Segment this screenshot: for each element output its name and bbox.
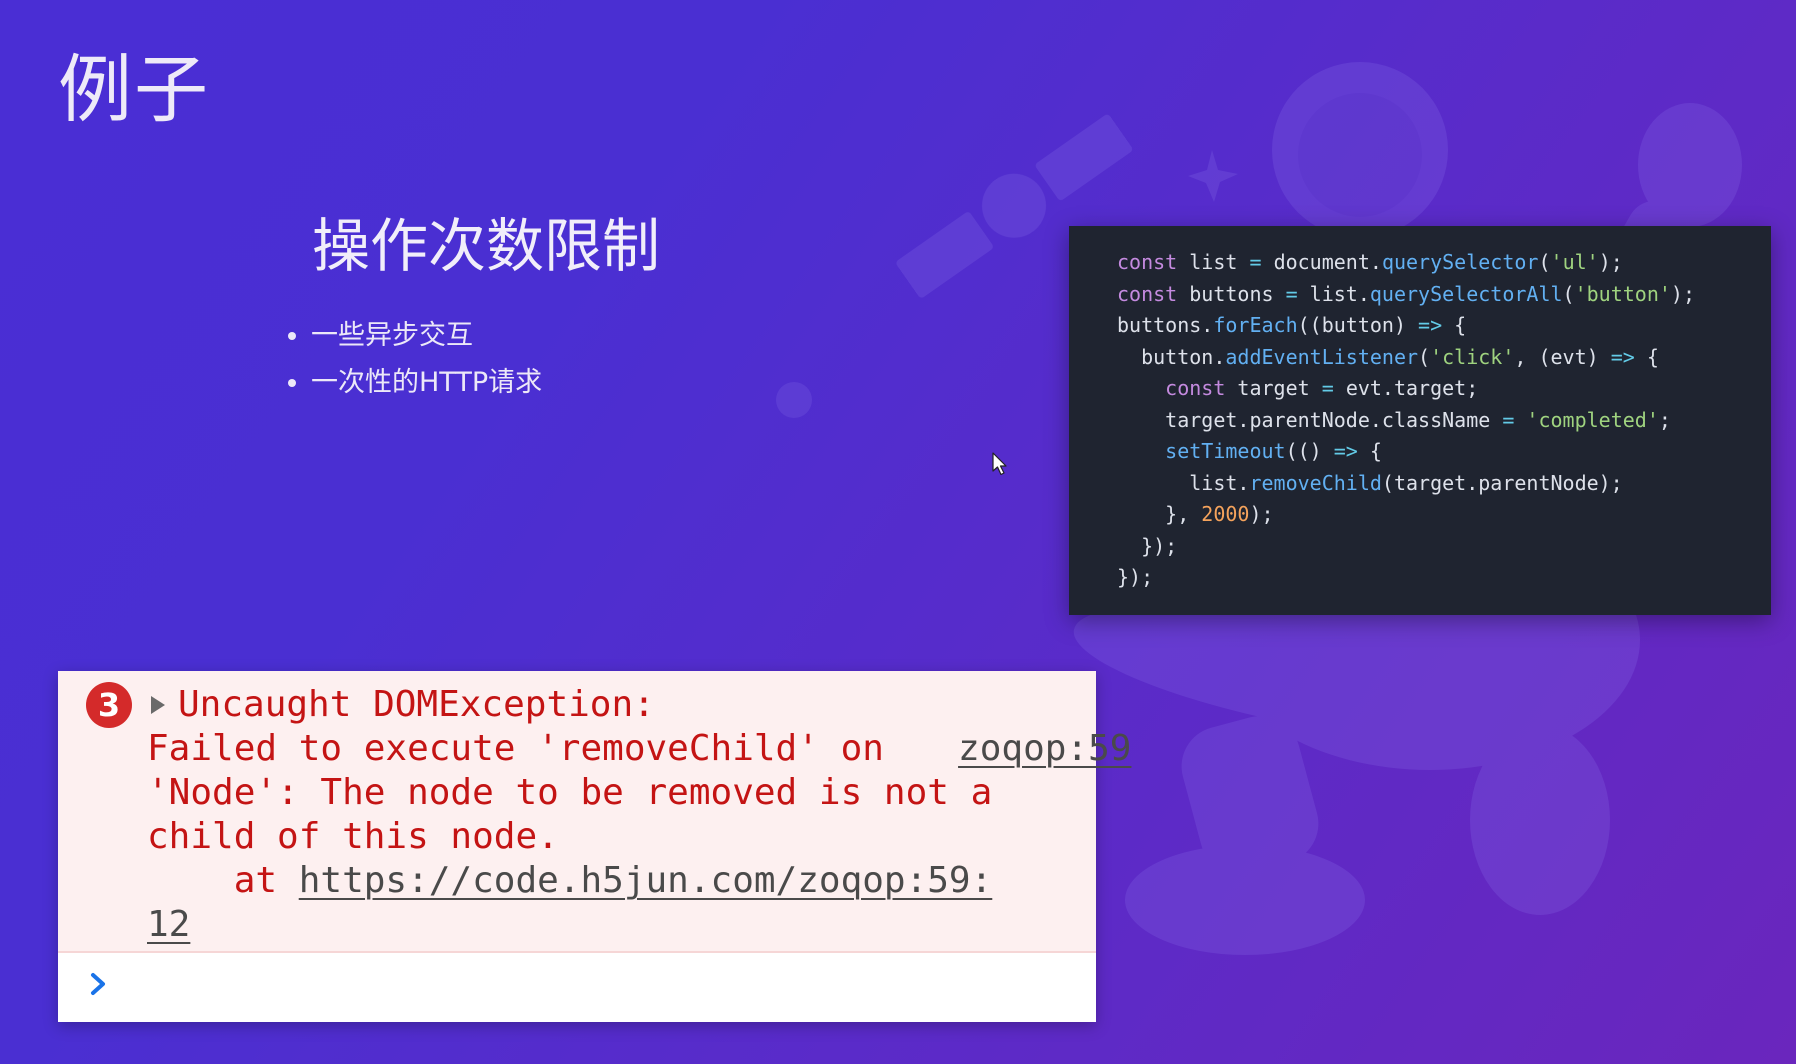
stack-trace-link[interactable]: https://code.h5jun.com/zoqop:59:: [299, 860, 993, 901]
code-token: querySelector: [1381, 250, 1539, 274]
bullet-item: 一次性的HTTP请求: [288, 359, 542, 406]
code-token: (: [1562, 281, 1575, 306]
error-header: Uncaught DOMException:: [178, 684, 655, 725]
astronaut-helmet: [1272, 62, 1448, 238]
code-token: =>: [1610, 344, 1647, 369]
code-line: const buttons = list.querySelectorAll('b…: [1117, 279, 1771, 311]
code-token: ((): [1285, 439, 1334, 463]
code-token: 'ul': [1550, 250, 1599, 274]
code-token: );: [1670, 281, 1696, 306]
stack-at-prefix: at: [147, 860, 299, 901]
code-token: =>: [1418, 313, 1455, 337]
code-token: const: [1117, 376, 1238, 400]
code-token: 'button': [1574, 281, 1671, 306]
code-token: button.: [1117, 344, 1226, 369]
code-token: target: [1237, 376, 1322, 400]
triangle-right-icon[interactable]: [151, 696, 165, 714]
stack-trace-link-continued[interactable]: 12: [147, 904, 190, 945]
code-token: 2000: [1201, 502, 1250, 526]
code-token: (: [1538, 250, 1551, 274]
code-line: setTimeout(() => {: [1117, 436, 1771, 468]
error-message-line: 'Node': The node to be removed is not a: [147, 772, 993, 813]
code-token: setTimeout: [1117, 439, 1286, 463]
code-line: list.removeChild(target.parentNode);: [1117, 468, 1771, 500]
code-line: button.addEventListener('click', (evt) =…: [1117, 342, 1771, 374]
error-message-line: child of this node.: [147, 816, 559, 857]
bullet-list: 一些异步交互 一次性的HTTP请求: [288, 312, 542, 406]
code-token: (target.parentNode);: [1381, 470, 1623, 495]
bullet-text: 一些异步交互: [311, 320, 473, 351]
code-line: const list = document.querySelector('ul'…: [1117, 247, 1771, 279]
code-token: });: [1117, 533, 1178, 558]
code-token: evt.target;: [1345, 376, 1479, 400]
bullet-item: 一些异步交互: [288, 312, 542, 359]
bullet-text: 一次性的HTTP请求: [311, 367, 543, 398]
devtools-console: 3 Uncaught DOMException: zoqop:59 Failed…: [58, 671, 1131, 1022]
bullet-dot-icon: [288, 331, 296, 340]
code-token: {: [1454, 313, 1467, 337]
code-line: buttons.forEach((button) => {: [1117, 310, 1771, 342]
code-token: =>: [1333, 439, 1370, 463]
mouse-pointer-icon: [992, 452, 1007, 476]
code-token: const: [1117, 250, 1190, 274]
code-token: forEach: [1213, 313, 1298, 337]
code-token: {: [1369, 439, 1382, 463]
error-count-badge: 3: [86, 682, 132, 728]
code-line: const target = evt.target;: [1117, 373, 1771, 405]
code-block: const list = document.querySelector('ul'…: [1069, 226, 1771, 615]
code-token: list: [1189, 250, 1250, 274]
star-illustration: [1188, 150, 1238, 202]
code-line: target.parentNode.className = 'completed…: [1117, 405, 1771, 437]
code-token: ((button): [1297, 313, 1419, 337]
code-token: =: [1502, 407, 1527, 432]
code-token: buttons.: [1117, 313, 1214, 337]
stack-trace-line: 12: [147, 903, 190, 947]
code-token: target.parentNode.className: [1117, 407, 1503, 432]
code-token: },: [1117, 502, 1202, 526]
code-token: 'click': [1430, 344, 1515, 369]
code-line: }, 2000);: [1117, 499, 1771, 531]
code-token: (: [1418, 344, 1431, 369]
code-token: =: [1321, 376, 1346, 400]
code-token: removeChild: [1249, 470, 1382, 495]
code-token: 'completed': [1526, 407, 1659, 432]
code-token: const: [1117, 281, 1190, 306]
code-token: document.: [1273, 250, 1382, 274]
bullet-dot-icon: [288, 378, 296, 387]
stack-trace-line: at https://code.h5jun.com/zoqop:59:: [147, 859, 993, 903]
code-token: });: [1117, 565, 1154, 589]
chevron-right-icon[interactable]: [82, 967, 116, 1001]
code-token: =: [1249, 250, 1274, 274]
code-token: {: [1646, 344, 1659, 369]
slide-title: 例子: [58, 47, 210, 133]
code-token: =: [1285, 281, 1310, 306]
console-error-message: 3 Uncaught DOMException: zoqop:59 Failed…: [58, 671, 1131, 953]
code-token: list.: [1117, 470, 1250, 495]
code-line: });: [1117, 562, 1771, 594]
code-token: ;: [1658, 407, 1671, 432]
code-line: });: [1117, 531, 1771, 563]
code-token: querySelectorAll: [1369, 281, 1563, 306]
source-link[interactable]: zoqop:59: [958, 728, 1131, 769]
slide-subtitle: 操作次数限制: [312, 212, 661, 280]
code-token: );: [1249, 502, 1274, 526]
code-token: addEventListener: [1225, 344, 1419, 369]
code-token: list.: [1309, 281, 1370, 306]
error-message-line: Failed to execute 'removeChild' on: [147, 728, 884, 769]
code-token: );: [1598, 250, 1623, 274]
code-token: buttons: [1189, 281, 1286, 306]
code-token: , (evt): [1514, 344, 1611, 369]
